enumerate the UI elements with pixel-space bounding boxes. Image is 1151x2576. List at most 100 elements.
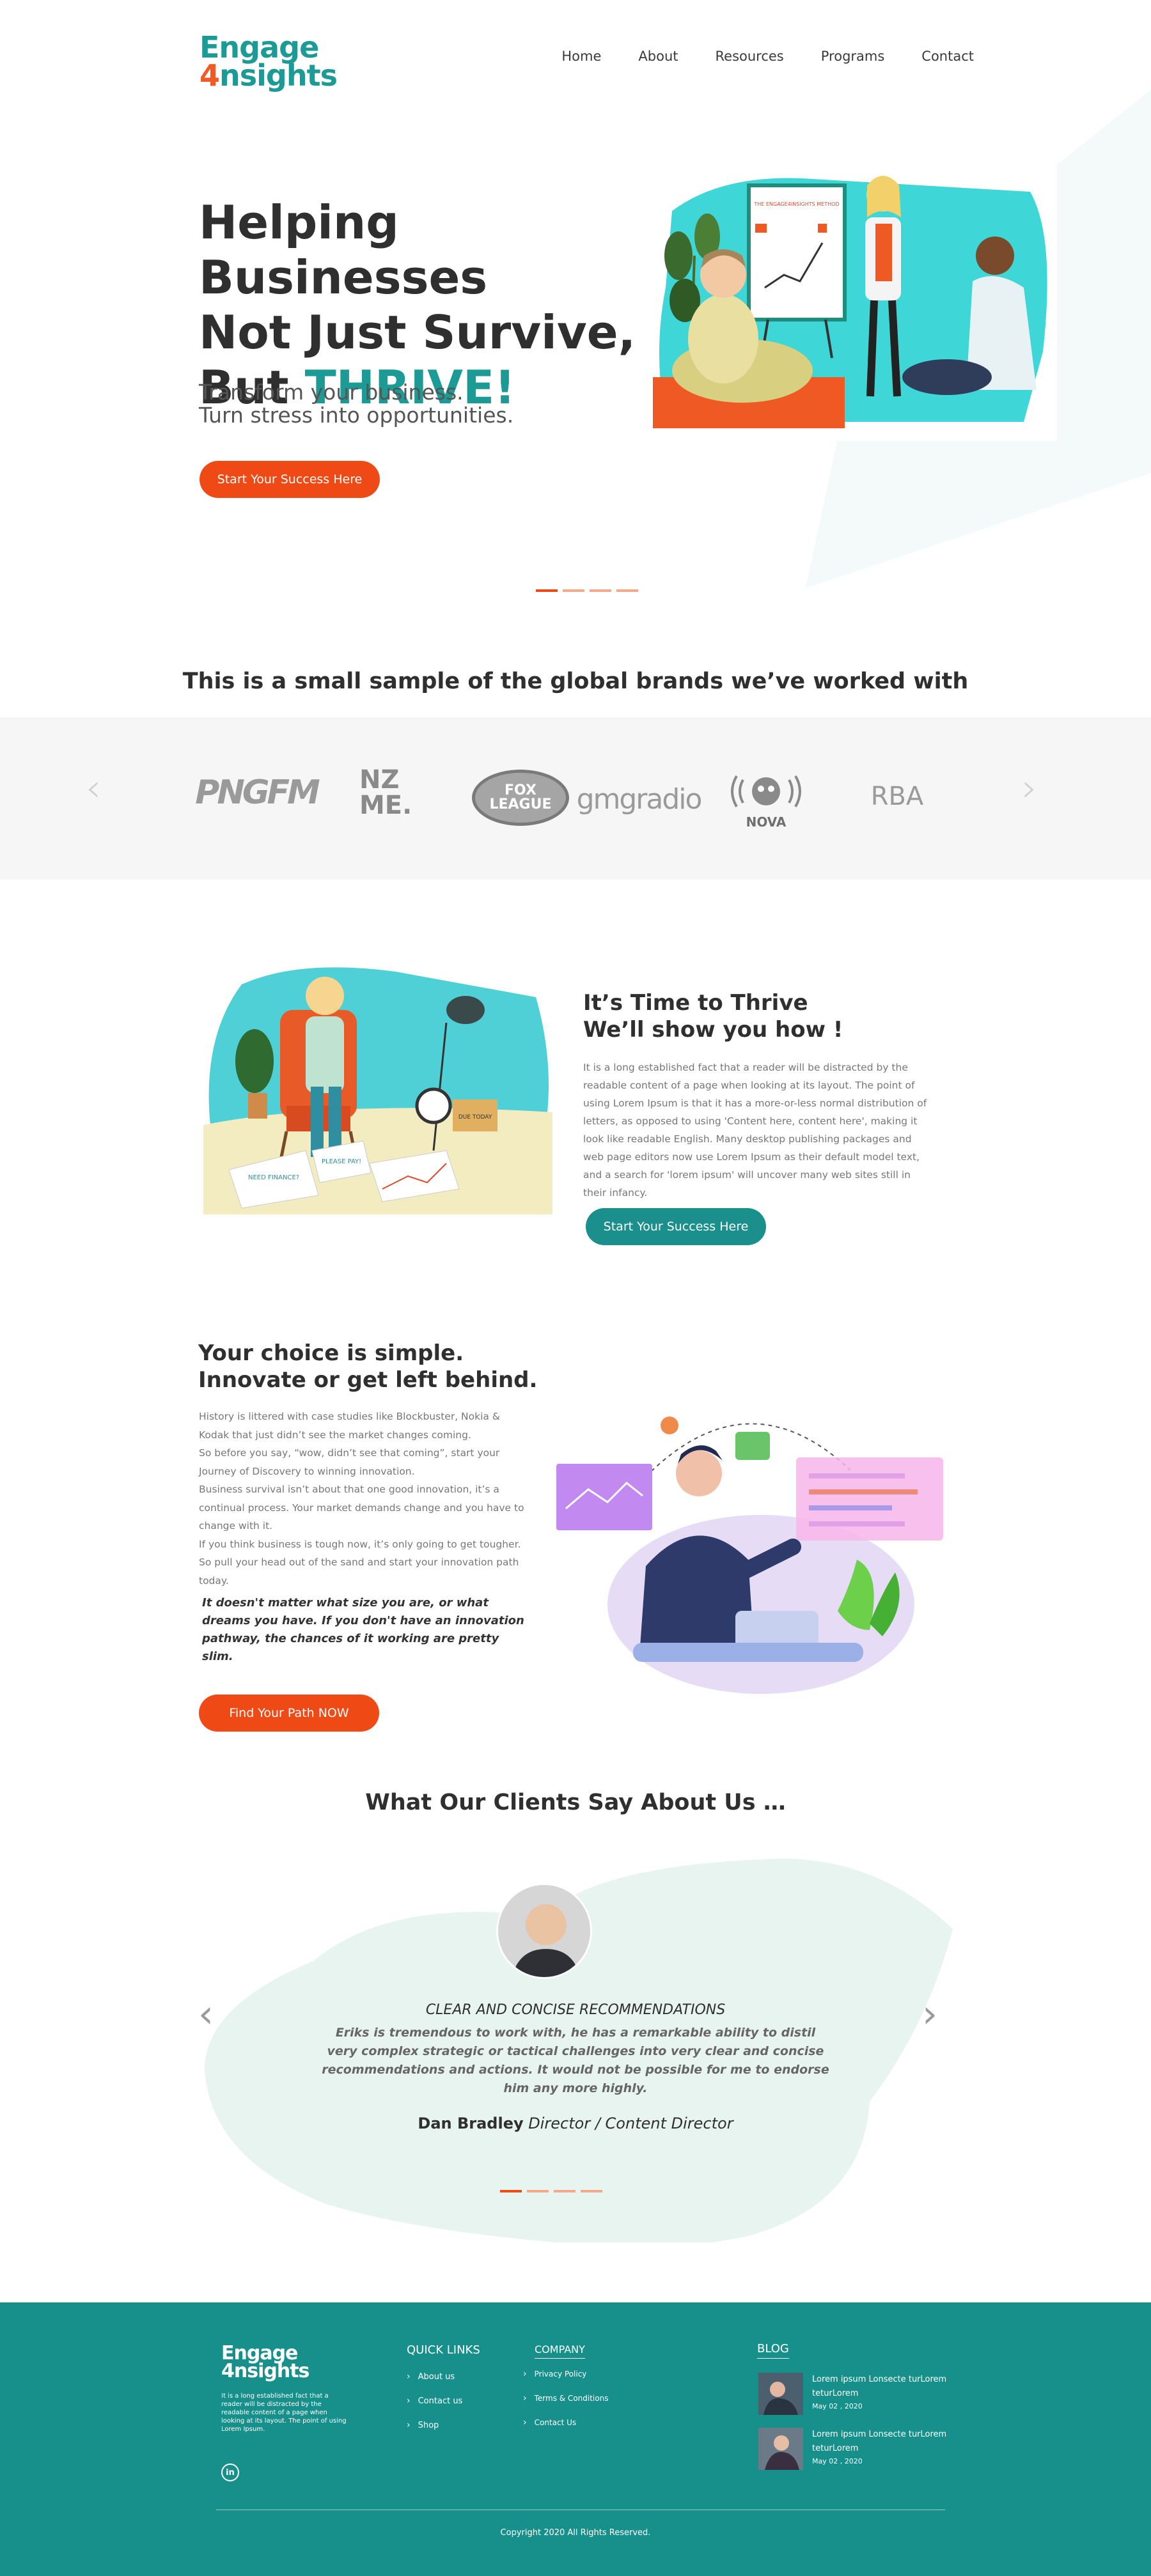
brands-carousel: [0, 717, 1151, 880]
choice-italic-quote: It doesn't matter what size you are, or …: [202, 1596, 524, 1663]
slider-dot-4[interactable]: [616, 589, 638, 592]
alarm-clock-icon: [415, 1087, 452, 1124]
innovation-illustration: [550, 1400, 959, 1694]
main-nav: Home About Resources Programs Contact: [561, 49, 974, 64]
testimonial-name: Dan Bradley: [418, 2114, 524, 2132]
brand-logo-rba: RBA: [870, 782, 924, 811]
linkedin-icon[interactable]: in: [221, 2463, 239, 2481]
hero-cta-button[interactable]: Start Your Success Here: [200, 461, 380, 498]
footer-blog-title: BLOG: [757, 2342, 789, 2359]
stressed-woman-illustration: DUE TODAY NEED FINANCE? PLEASE PAY!: [203, 959, 552, 1214]
logo-line1: Engage: [200, 30, 319, 65]
hero-slider-dots: [536, 589, 638, 592]
chevron-right-icon: ›: [407, 2420, 411, 2430]
paper-note-2: PLEASE PAY!: [322, 1158, 361, 1165]
nav-programs[interactable]: Programs: [821, 49, 885, 64]
brand-logo-nova: NOVA: [728, 767, 804, 831]
slider-dot-2[interactable]: [563, 589, 584, 592]
logo-line2: nsights: [219, 58, 338, 93]
choice-paragraph-3: Business survival isn’t about that one g…: [199, 1484, 524, 1532]
hero-title-line2: Not Just Survive,: [199, 306, 636, 359]
testimonial-body: Eriks is tremendous to work with, he has…: [322, 2026, 829, 2095]
slider-dot-1[interactable]: [536, 589, 558, 592]
paper-note-1: NEED FINANCE?: [248, 1174, 299, 1181]
footer-link-about[interactable]: › About us: [407, 2371, 462, 2382]
thrive-cta-button[interactable]: Start Your Success Here: [586, 1208, 766, 1245]
choice-paragraph-2: So before you say, “wow, didn’t see that…: [199, 1447, 500, 1477]
blog-item-title: Lorem ipsum Lonsecte turLorem teturLorem: [812, 2375, 947, 2398]
testimonial-dot-2[interactable]: [527, 2190, 549, 2192]
footer-link-terms[interactable]: › Terms & Conditions: [523, 2393, 608, 2403]
footer-link-shop[interactable]: › Shop: [407, 2420, 462, 2430]
footer-about-text: It is a long established fact that a rea…: [221, 2393, 347, 2433]
choice-title: Your choice is simple. Innovate or get l…: [198, 1340, 556, 1393]
slider-dot-3[interactable]: [590, 589, 611, 592]
testimonial-dot-4[interactable]: [581, 2190, 602, 2192]
brands-next-arrow[interactable]: ›: [1022, 766, 1037, 811]
blog-thumbnail: [758, 2373, 803, 2415]
check-badge-icon: [661, 1416, 678, 1434]
chat-bubble-icon: [735, 1432, 770, 1460]
nav-about[interactable]: About: [638, 49, 678, 64]
footer-quick-links: › About us › Contact us › Shop: [407, 2371, 462, 2430]
footer-copyright: Copyright 2020 All Rights Reserved.: [500, 2528, 651, 2538]
brand-logo-gmgradio: gmgradio: [576, 782, 703, 816]
thrive-title-line1: It’s Time to Thrive: [583, 990, 808, 1016]
brand-nzme-text: NZ ME.: [359, 765, 412, 820]
chevron-right-icon: ›: [407, 2371, 411, 2382]
hero-illustration: THE ENGAGE4INSIGHTS METHOD: [646, 160, 1057, 441]
blog-item-title: Lorem ipsum Lonsecte turLorem teturLorem: [812, 2430, 947, 2453]
testimonial-slider-dots: [500, 2190, 602, 2192]
client-avatar: [496, 1883, 592, 1979]
hero-subtitle-line1: Transform your business.: [199, 380, 464, 405]
footer-quick-links-title: QUICK LINKS: [407, 2343, 480, 2357]
footer-blog-item[interactable]: Lorem ipsum Lonsecte turLorem teturLorem…: [758, 2428, 959, 2470]
nova-monkey-icon: [731, 775, 801, 808]
testimonial-dot-1[interactable]: [500, 2190, 522, 2192]
choice-title-line2: Innovate or get left behind.: [198, 1367, 538, 1393]
footer-link-contact[interactable]: › Contact us: [407, 2396, 462, 2406]
brand-logo-nzme: NZ ME.: [359, 762, 417, 823]
chevron-right-icon: ›: [523, 2393, 527, 2403]
site-logo[interactable]: Engage 4nsights: [200, 33, 353, 95]
testimonial-heading: CLEAR AND CONCISE RECOMMENDATIONS: [425, 2002, 726, 2018]
blog-item-date: May 02 , 2020: [812, 2402, 863, 2410]
footer-link-privacy[interactable]: › Privacy Policy: [523, 2369, 608, 2379]
brand-fox-text: FOX LEAGUE: [489, 782, 552, 812]
footer-link-contact-us[interactable]: › Contact Us: [523, 2417, 608, 2428]
testimonial-prev-arrow[interactable]: ‹: [198, 1992, 214, 2037]
brands-title: This is a small sample of the global bra…: [182, 669, 969, 694]
hero-subtitle: Transform your business. Turn stress int…: [199, 381, 557, 427]
footer-logo-four: 4: [221, 2360, 235, 2382]
choice-body-text: History is littered with case studies li…: [199, 1408, 525, 1590]
testimonial-author: Dan Bradley Director / Content Director: [256, 2114, 895, 2132]
footer-logo[interactable]: Engage 4nsights: [221, 2344, 330, 2383]
thrive-title-line2: We’ll show you how !: [583, 1017, 843, 1043]
chevron-right-icon: ›: [523, 2417, 527, 2428]
testimonial-next-arrow[interactable]: ›: [922, 1992, 937, 2037]
footer-blog-list: Lorem ipsum Lonsecte turLorem teturLorem…: [758, 2373, 959, 2470]
brands-prev-arrow[interactable]: ‹: [86, 766, 101, 811]
brand-logo-pngfm: PNGFM: [195, 773, 320, 812]
thrive-body-text: It is a long established fact that a rea…: [583, 1062, 927, 1199]
footer-blog-item[interactable]: Lorem ipsum Lonsecte turLorem teturLorem…: [758, 2373, 959, 2415]
brand-logo-fox-league: FOX LEAGUE: [472, 770, 569, 826]
footer-company-title: COMPANY: [535, 2343, 585, 2359]
nav-contact[interactable]: Contact: [921, 49, 974, 64]
footer-company-links: › Privacy Policy › Terms & Conditions › Con…: [523, 2369, 608, 2428]
nav-resources[interactable]: Resources: [716, 49, 784, 64]
testimonial-dot-3[interactable]: [554, 2190, 576, 2192]
find-path-button[interactable]: Find Your Path NOW: [199, 1695, 379, 1732]
footer-logo-line2: nsights: [233, 2360, 310, 2382]
choice-paragraph-1: History is littered with case studies li…: [199, 1411, 500, 1441]
clients-title: What Our Clients Say About Us …: [365, 1790, 786, 1815]
hero-title-line1: Helping Businesses: [199, 196, 488, 304]
testimonial-role: Director / Content Director: [523, 2114, 733, 2132]
choice-title-line1: Your choice is simple.: [198, 1340, 464, 1366]
thrive-title: It’s Time to Thrive We’ll show you how !: [583, 989, 967, 1043]
brand-nova-text: NOVA: [746, 814, 787, 830]
chevron-right-icon: ›: [523, 2369, 527, 2379]
chevron-right-icon: ›: [407, 2396, 411, 2406]
nav-home[interactable]: Home: [561, 49, 601, 64]
board-text: THE ENGAGE4INSIGHTS METHOD: [753, 201, 839, 207]
